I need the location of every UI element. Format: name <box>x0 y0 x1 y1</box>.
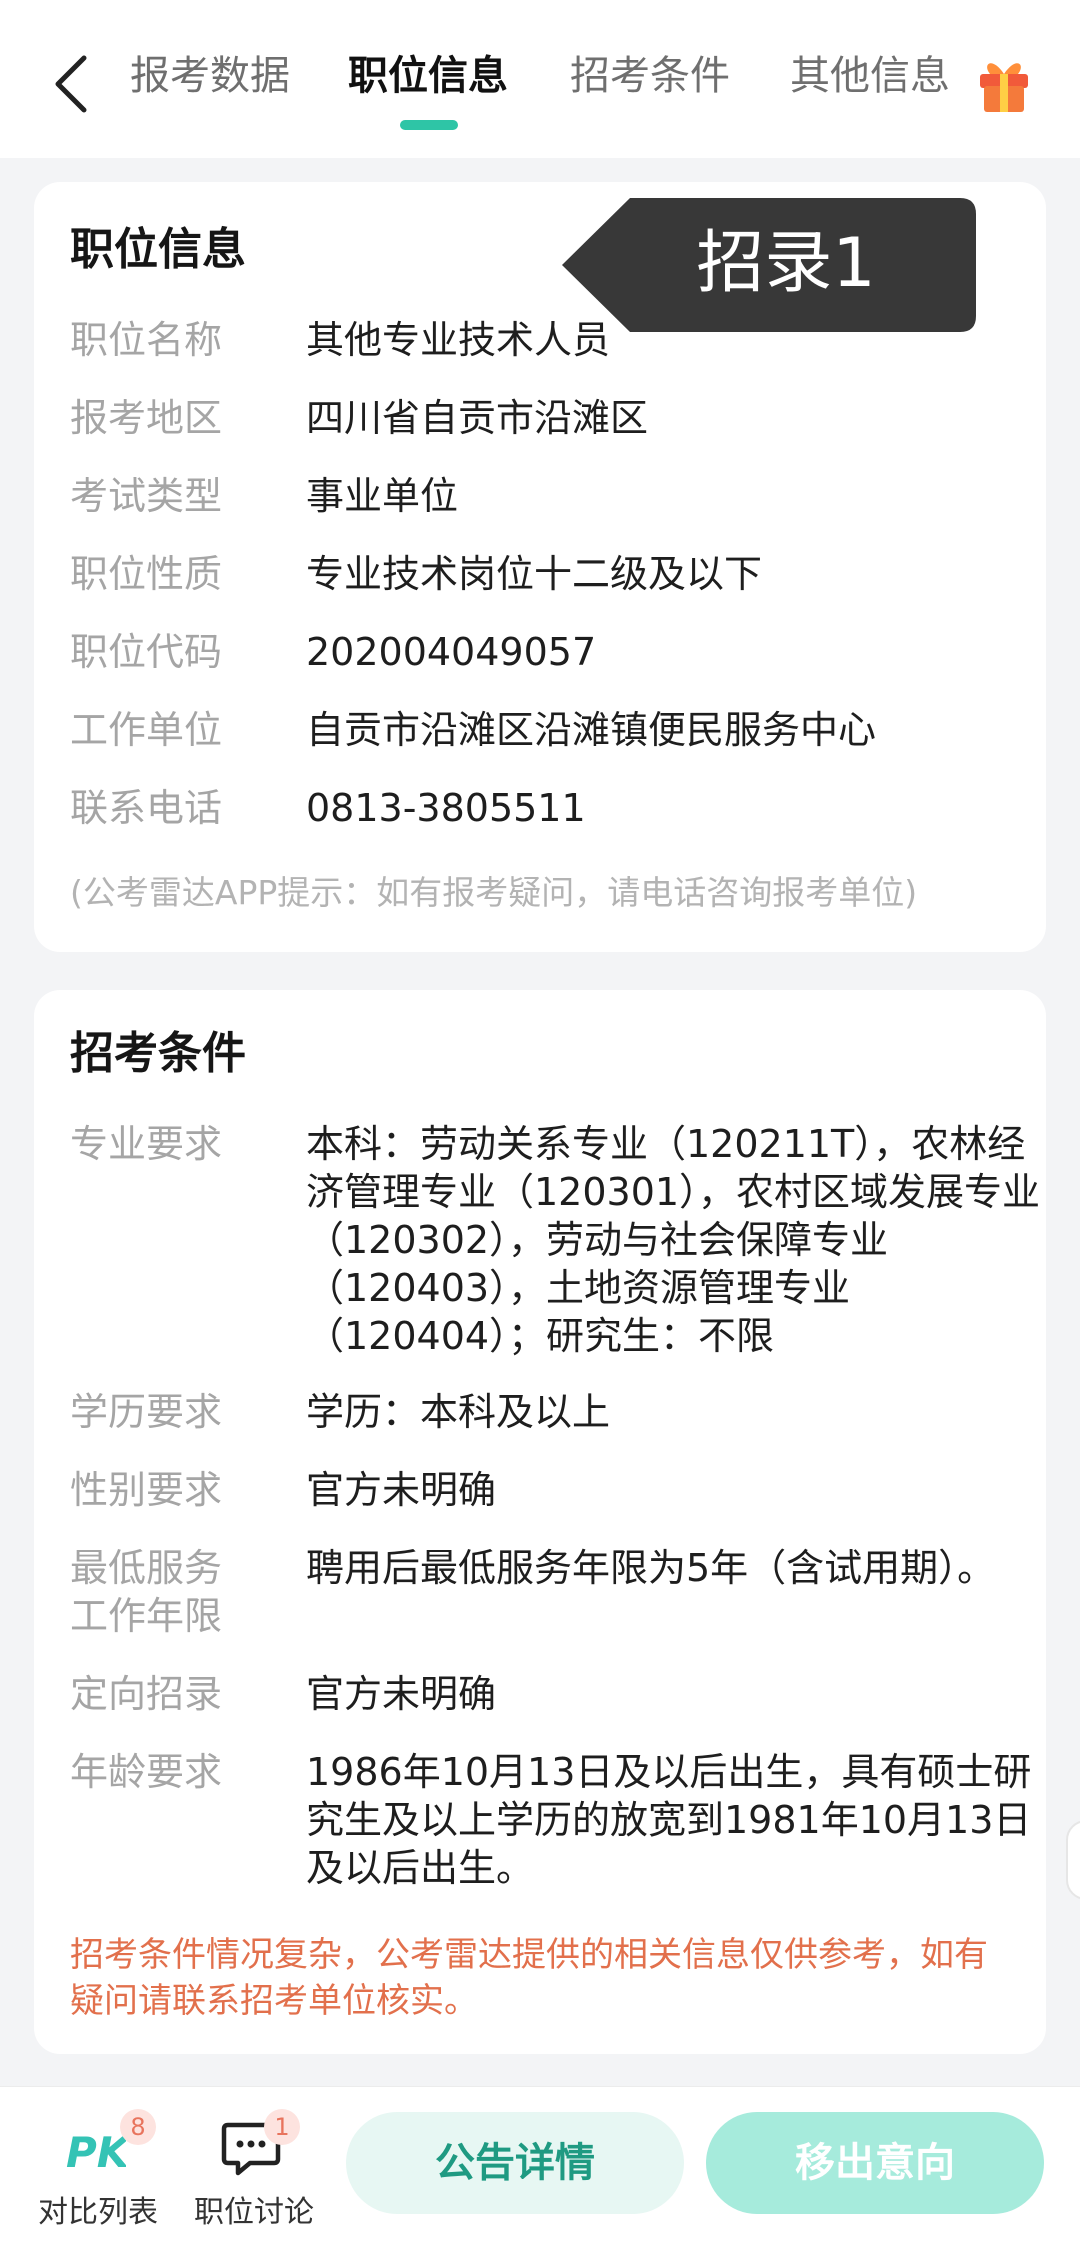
notice-detail-button[interactable]: 公告详情 <box>346 2112 684 2214</box>
row-value: 1986年10月13日及以后出生，具有硕士研究生及以上学历的放宽到1981年10… <box>306 1750 1032 1890</box>
compare-list-label: 对比列表 <box>38 2195 158 2230</box>
tab-job-info[interactable]: 职位信息 <box>348 48 508 104</box>
row-value: 聘用后最低服务年限为5年（含试用期）。 <box>306 1546 996 1590</box>
svg-text:PK: PK <box>66 2128 126 2177</box>
row-label: 职位代码 <box>70 630 223 674</box>
tab-other-info[interactable]: 其他信息 <box>790 48 950 104</box>
row-value: 学历：本科及以上 <box>306 1390 611 1434</box>
row-label: 年龄要求 <box>70 1750 223 1794</box>
job-info-title: 职位信息 <box>70 224 246 275</box>
remove-intent-button[interactable]: 移出意向 <box>706 2112 1044 2214</box>
row-value: 官方未明确 <box>306 1672 497 1716</box>
row-label: 报考地区 <box>70 396 223 440</box>
row-label: 定向招录 <box>70 1672 223 1716</box>
row-label: 专业要求 <box>70 1122 223 1166</box>
recruit-count-label: 招录1 <box>696 224 876 303</box>
row-label: 职位名称 <box>70 318 223 362</box>
job-discussion-button[interactable]: 1 职位讨论 <box>184 2109 324 2239</box>
row-label: 工作单位 <box>70 708 223 752</box>
back-arrow-icon[interactable] <box>50 52 94 116</box>
job-discussion-label: 职位讨论 <box>194 2195 314 2230</box>
active-tab-indicator <box>400 120 458 130</box>
row-value: 自贡市沿滩区沿滩镇便民服务中心 <box>306 708 877 752</box>
condition-row: 专业要求 本科：劳动关系专业（120211T），农林经济管理专业（120301）… <box>70 1120 1040 1360</box>
row-value: 202004049057 <box>306 630 597 674</box>
row-value: 官方未明确 <box>306 1468 497 1512</box>
gift-icon[interactable] <box>974 52 1034 114</box>
discussion-count-badge: 1 <box>264 2109 300 2145</box>
row-value: 本科：劳动关系专业（120211T），农林经济管理专业（120301），农村区域… <box>306 1122 1041 1358</box>
row-label: 学历要求 <box>70 1390 223 1434</box>
row-value: 四川省自贡市沿滩区 <box>306 396 649 440</box>
contact-phone[interactable]: 0813-3805511 <box>306 784 1046 832</box>
row-value: 专业技术岗位十二级及以下 <box>306 552 763 596</box>
tab-conditions[interactable]: 招考条件 <box>570 48 730 104</box>
row-label: 联系电话 <box>70 786 223 830</box>
row-label: 最低服务工作年限 <box>70 1546 223 1638</box>
side-float-handle[interactable] <box>1066 1820 1080 1900</box>
conditions-warning: 招考条件情况复杂，公考雷达提供的相关信息仅供参考，如有疑问请联系招考单位核实。 <box>70 1935 988 2021</box>
compare-list-button[interactable]: PK 8 对比列表 <box>28 2109 168 2239</box>
top-navigation: 报考数据 职位信息 招考条件 其他信息 <box>0 0 1080 158</box>
row-label: 考试类型 <box>70 474 223 518</box>
row-value: 事业单位 <box>306 474 459 518</box>
compare-count-badge: 8 <box>120 2109 156 2145</box>
row-label: 职位性质 <box>70 552 223 596</box>
contact-hint: (公考雷达APP提示：如有报考疑问，请电话咨询报考单位) <box>70 873 918 912</box>
conditions-title: 招考条件 <box>70 1028 246 1079</box>
conditions-card: 招考条件 专业要求 本科：劳动关系专业（120211T），农林经济管理专业（12… <box>34 990 1046 2054</box>
tab-apply-data[interactable]: 报考数据 <box>130 48 290 104</box>
pk-icon: PK <box>66 2128 126 2177</box>
row-label: 性别要求 <box>70 1468 223 1512</box>
